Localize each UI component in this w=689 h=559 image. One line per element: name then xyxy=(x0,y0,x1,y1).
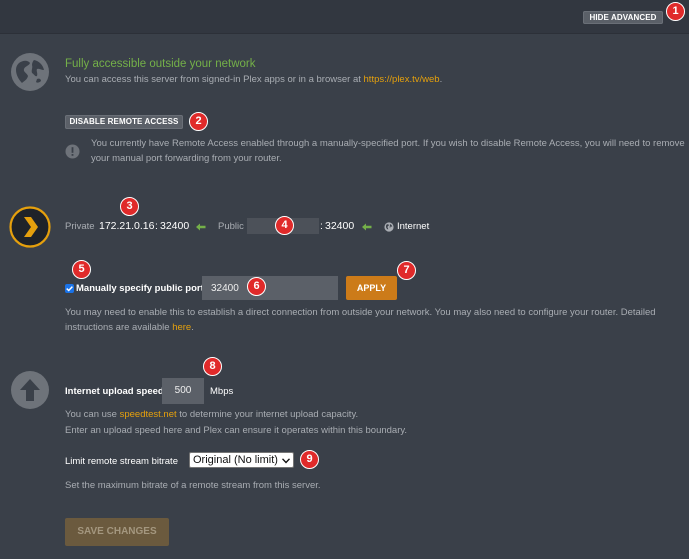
manual-port-help-line1: You may need to enable this to establish… xyxy=(65,307,656,318)
disable-remote-access-button[interactable]: DISABLE REMOTE ACCESS xyxy=(65,115,183,129)
manual-port-checkbox[interactable] xyxy=(65,284,74,293)
warning-icon xyxy=(65,144,80,162)
public-port-separator: : xyxy=(320,220,323,232)
instructions-link[interactable]: here xyxy=(172,322,191,333)
help-line2-suffix: . xyxy=(191,322,194,333)
upload-help-line2: Enter an upload speed here and Plex can … xyxy=(65,425,408,436)
annotation-badge-8: 8 xyxy=(203,357,222,376)
upload-arrow-icon xyxy=(10,370,50,413)
manual-port-label[interactable]: Manually specify public port xyxy=(76,283,204,294)
private-label: Private xyxy=(65,221,95,232)
manual-port-help-line2: instructions are available here. xyxy=(65,322,194,333)
apply-button[interactable]: APPLY xyxy=(346,276,397,300)
arrow-left-icon xyxy=(362,223,372,234)
upload-help1-suffix: to determine your internet upload capaci… xyxy=(176,409,359,420)
bitrate-select[interactable]: Original (No limit) xyxy=(189,452,294,468)
upload-speed-label: Internet upload speed xyxy=(65,386,164,397)
speedtest-link[interactable]: speedtest.net xyxy=(120,409,177,420)
remote-notice-line2: your manual port forwarding from your ro… xyxy=(91,153,282,164)
public-label: Public xyxy=(218,221,244,232)
private-port-separator: : xyxy=(155,220,158,232)
upload-speed-value: 500 xyxy=(174,385,192,396)
status-desc-suffix: . xyxy=(439,74,443,85)
arrow-left-icon xyxy=(196,223,206,234)
internet-globe-icon xyxy=(384,222,394,235)
status-description: You can access this server from signed-i… xyxy=(65,74,442,85)
annotation-badge-7: 7 xyxy=(397,261,416,280)
save-changes-button[interactable]: SAVE CHANGES xyxy=(65,518,169,546)
annotation-badge-5: 5 xyxy=(72,260,91,279)
public-port-input[interactable]: 32400 xyxy=(202,276,338,300)
hide-advanced-button[interactable]: HIDE ADVANCED xyxy=(583,11,663,24)
upload-speed-input[interactable]: 500 xyxy=(162,378,204,404)
annotation-badge-9: 9 xyxy=(300,450,319,469)
public-port-value: 32400 xyxy=(211,283,239,294)
plex-web-link[interactable]: https://plex.tv/web xyxy=(364,74,440,85)
annotation-badge-1: 1 xyxy=(666,2,685,21)
upload-help1-prefix: You can use xyxy=(65,409,120,420)
internet-label: Internet xyxy=(397,221,430,232)
status-desc-prefix: You can access this server from signed-i… xyxy=(65,74,364,85)
private-port: 32400 xyxy=(160,220,190,232)
annotation-badge-3: 3 xyxy=(120,197,139,216)
upload-help-line1: You can use speedtest.net to determine y… xyxy=(65,409,358,420)
public-port: 32400 xyxy=(325,220,355,232)
annotation-badge-4: 4 xyxy=(275,216,294,235)
upload-unit: Mbps xyxy=(210,386,234,397)
bitrate-selected-value: Original (No limit) xyxy=(193,454,278,466)
private-ip: 172.21.0.16 xyxy=(99,220,155,232)
globe-icon xyxy=(10,52,50,95)
status-title: Fully accessible outside your network xyxy=(65,58,256,70)
annotation-badge-6: 6 xyxy=(247,277,266,296)
plex-chevron-icon xyxy=(9,206,51,251)
bitrate-label: Limit remote stream bitrate xyxy=(65,456,178,467)
chevron-down-icon xyxy=(282,458,290,464)
annotation-badge-2: 2 xyxy=(189,112,208,131)
bitrate-help: Set the maximum bitrate of a remote stre… xyxy=(65,480,321,491)
help-line2-prefix: instructions are available xyxy=(65,322,173,333)
remote-notice-line1: You currently have Remote Access enabled… xyxy=(91,138,685,149)
